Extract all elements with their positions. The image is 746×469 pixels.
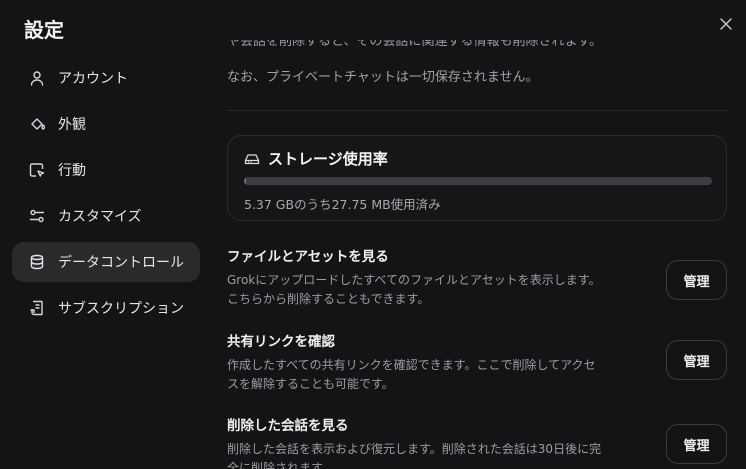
manage-shared-links-button[interactable]: 管理 <box>666 340 727 380</box>
settings-dialog: 設定 アカウント 外観 行動 カスタマイズ データコントロール サブスクリプショ… <box>0 0 746 469</box>
sidebar-item-label: アカウント <box>58 71 128 87</box>
user-icon <box>28 69 46 87</box>
storage-progress-fill <box>244 177 247 185</box>
storage-progress-bar <box>244 177 712 185</box>
receipt-icon <box>28 299 46 317</box>
row-title: 共有リンクを確認 <box>227 334 335 350</box>
storage-usage-card: ストレージ使用率 5.37 GBのうち27.75 MB使用済み <box>227 135 727 221</box>
data-controls-panel: や会話を削除すると、その会話に関連する情報も削除されます。 なお、プライベートチ… <box>227 40 727 469</box>
row-title: ファイルとアセットを見る <box>227 249 389 265</box>
deleted-conversations-row: 削除した会話を見る 削除した会話を表示および復元します。削除された会話は30日後… <box>227 414 727 469</box>
settings-sidebar: アカウント 外観 行動 カスタマイズ データコントロール サブスクリプション <box>12 58 200 334</box>
sidebar-item-label: 外観 <box>58 117 86 133</box>
storage-title: ストレージ使用率 <box>268 150 388 168</box>
manage-files-button[interactable]: 管理 <box>666 260 727 300</box>
paint-bucket-icon <box>28 115 46 133</box>
files-assets-row: ファイルとアセットを見る Grokにアップロードしたすべてのファイルとアセットを… <box>227 245 727 309</box>
sliders-icon <box>28 207 46 225</box>
divider <box>227 110 727 111</box>
hard-drive-icon <box>244 151 260 167</box>
row-title: 削除した会話を見る <box>227 418 349 434</box>
sidebar-item-label: データコントロール <box>58 255 184 271</box>
private-chat-note: なお、プライベートチャットは一切保存されません。 <box>227 70 539 85</box>
sidebar-item-behavior[interactable]: 行動 <box>12 150 200 190</box>
shared-links-row: 共有リンクを確認 作成したすべての共有リンクを確認できます。ここで削除してアクセ… <box>227 330 727 394</box>
dialog-title: 設定 <box>24 18 64 42</box>
database-icon <box>28 253 46 271</box>
sidebar-item-label: 行動 <box>58 163 86 179</box>
sidebar-item-appearance[interactable]: 外観 <box>12 104 200 144</box>
sidebar-item-customize[interactable]: カスタマイズ <box>12 196 200 236</box>
close-icon <box>720 18 732 30</box>
row-description: 削除した会話を表示および復元します。削除された会話は30日後に完全に削除されます… <box>227 442 602 469</box>
storage-usage-text: 5.37 GBのうち27.75 MB使用済み <box>244 197 441 212</box>
sidebar-item-label: サブスクリプション <box>58 301 184 317</box>
sidebar-item-data-controls[interactable]: データコントロール <box>12 242 200 282</box>
sidebar-item-subscription[interactable]: サブスクリプション <box>12 288 200 328</box>
row-description: Grokにアップロードしたすべてのファイルとアセットを表示します。こちらから削除… <box>227 273 601 306</box>
close-button[interactable] <box>716 14 736 34</box>
sidebar-item-label: カスタマイズ <box>58 209 142 225</box>
storage-header: ストレージ使用率 <box>244 148 388 169</box>
cursor-window-icon <box>28 161 46 179</box>
sidebar-item-account[interactable]: アカウント <box>12 58 200 98</box>
manage-deleted-conversations-button[interactable]: 管理 <box>666 424 727 464</box>
cut-off-text: や会話を削除すると、その会話に関連する情報も削除されます。 <box>227 40 603 48</box>
row-description: 作成したすべての共有リンクを確認できます。ここで削除してアクセスを解除することも… <box>227 358 596 391</box>
